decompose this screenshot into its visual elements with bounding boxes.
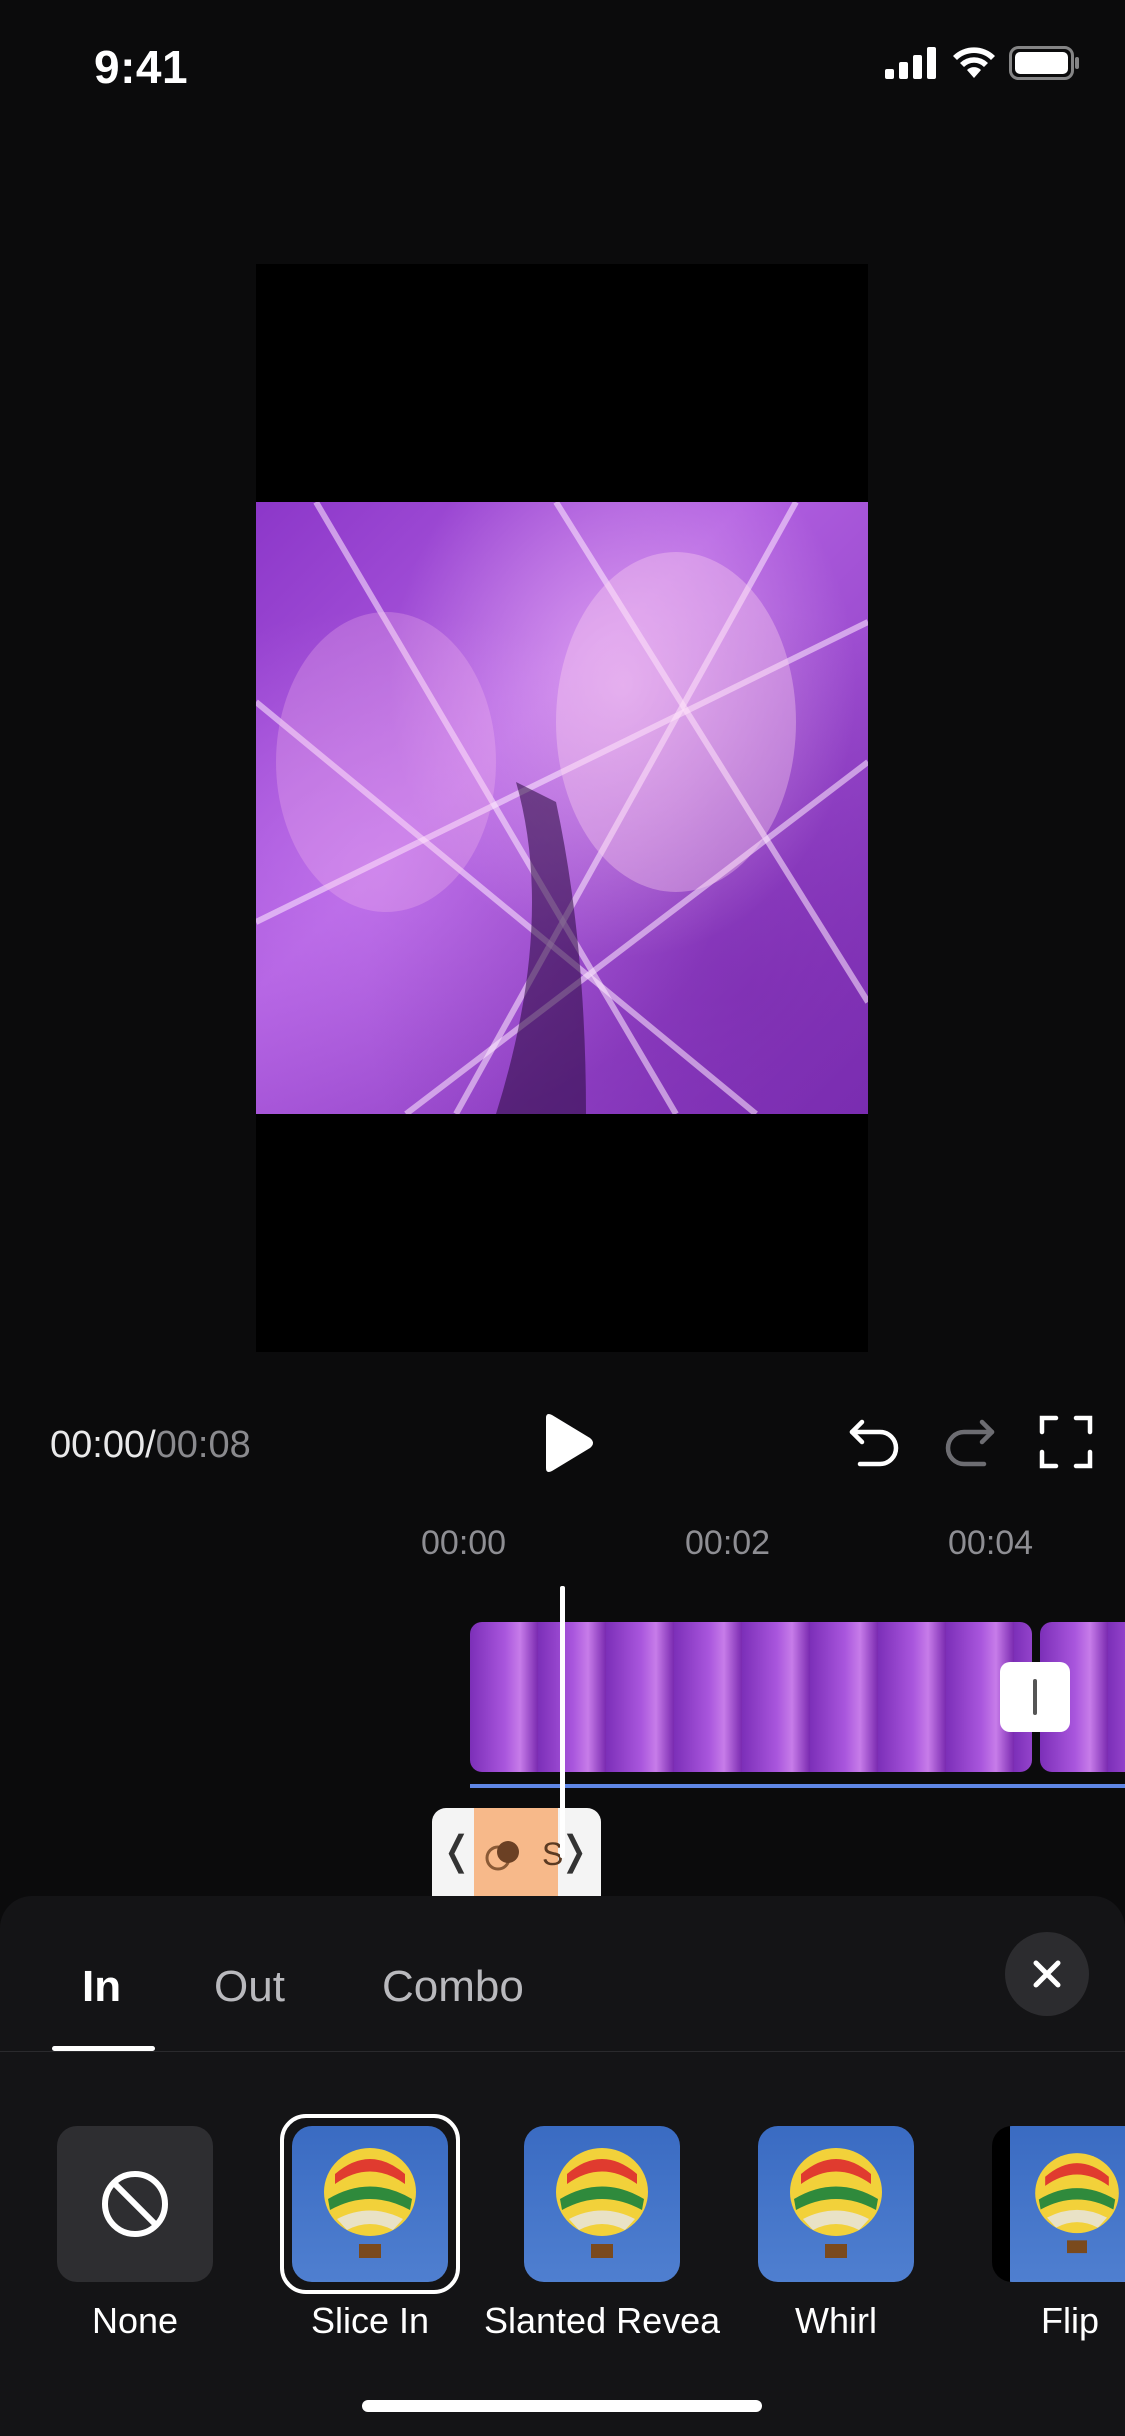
time-total: 00:08: [155, 1424, 251, 1466]
effect-thumbnail: [758, 2126, 914, 2282]
effect-whirl[interactable]: [758, 2126, 914, 2282]
effect-label: Whirl: [795, 2300, 877, 2341]
effect-thumbnail: [292, 2126, 448, 2282]
transition-handle-bar: [1033, 1679, 1037, 1715]
effect-thumbnail: [524, 2126, 680, 2282]
video-preview-image[interactable]: [256, 502, 868, 1114]
redo-button[interactable]: [942, 1416, 998, 1468]
close-icon: [1033, 1960, 1061, 1988]
tab-combo[interactable]: Combo: [382, 1962, 524, 2012]
animation-sheet: In Out Combo None Slice In Slanted Revea…: [0, 1896, 1125, 2436]
undo-button[interactable]: [846, 1416, 902, 1468]
effect-slanted-reveal[interactable]: [524, 2126, 680, 2282]
redo-icon: [945, 1419, 995, 1467]
video-track-clip[interactable]: [470, 1622, 1032, 1772]
play-icon: [546, 1414, 593, 1472]
animation-clip[interactable]: ❬ ❭ S: [432, 1808, 601, 1896]
signal-icon: [885, 47, 936, 79]
undo-icon: [849, 1419, 899, 1467]
status-icons: [885, 46, 1081, 80]
status-time: 9:41: [94, 41, 189, 93]
effect-label: Flip: [1040, 2300, 1099, 2341]
time-current: 00:00: [50, 1424, 146, 1466]
ruler-label: 00:02: [685, 1524, 771, 1562]
transition-button[interactable]: [1000, 1662, 1070, 1732]
play-button[interactable]: [536, 1412, 596, 1474]
fullscreen-button[interactable]: [1038, 1414, 1094, 1470]
effect-label: Slanted Reveal: [484, 2300, 720, 2341]
effect-label: None: [91, 2300, 179, 2341]
close-button[interactable]: [1005, 1932, 1089, 2016]
ruler-label: 00:04: [948, 1524, 1034, 1562]
ruler-label: 00:00: [421, 1524, 507, 1562]
battery-icon: [1009, 46, 1079, 80]
sheet-divider: [0, 2051, 1125, 2052]
effect-slice-in[interactable]: [292, 2126, 448, 2282]
tab-out[interactable]: Out: [214, 1962, 285, 2012]
balloon-thumbnail: [790, 2148, 882, 2258]
track-underline: [470, 1784, 1125, 1788]
playback-time: 00:00/00:08: [50, 1424, 251, 1467]
none-icon: [102, 2171, 168, 2237]
tab-in[interactable]: In: [82, 1962, 121, 2012]
animation-icon: [485, 1841, 519, 1871]
effect-none[interactable]: [57, 2126, 213, 2282]
effect-flip[interactable]: [992, 2126, 1125, 2282]
time-separator: /: [145, 1424, 156, 1466]
playhead[interactable]: [560, 1586, 565, 1858]
balloon-thumbnail: [556, 2148, 648, 2258]
fullscreen-icon: [1039, 1415, 1093, 1469]
home-indicator: [362, 2400, 762, 2412]
balloon-thumbnail: [324, 2148, 416, 2258]
trim-left-handle[interactable]: ❬: [440, 1828, 474, 1874]
light-beams-overlay: [256, 502, 868, 1114]
effect-thumbnail: [57, 2126, 213, 2282]
effect-thumbnail: [992, 2126, 1125, 2282]
wifi-icon: [953, 47, 995, 78]
balloon-thumbnail: [1034, 2153, 1119, 2254]
effect-label: Slice In: [310, 2300, 430, 2341]
